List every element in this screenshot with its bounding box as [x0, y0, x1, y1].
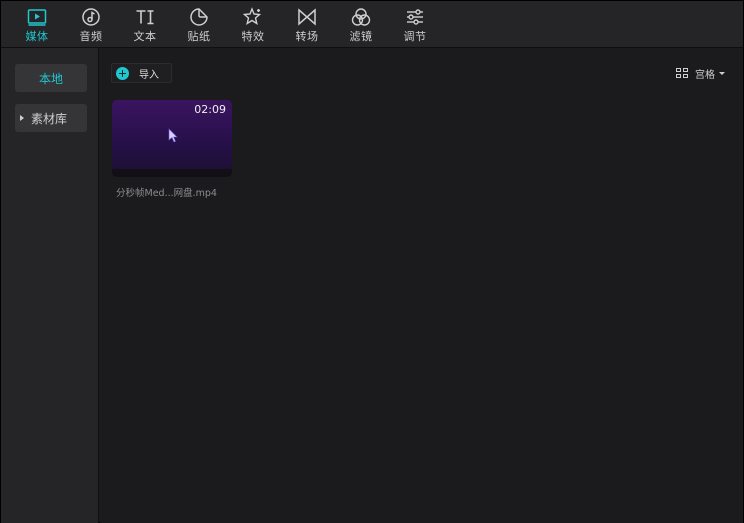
tab-adjust[interactable]: 调节 [388, 1, 442, 48]
tab-adjust-label: 调节 [403, 30, 427, 43]
sidebar-item-local[interactable]: 本地 [15, 64, 87, 92]
view-mode-dropdown[interactable]: 宫格 [676, 66, 725, 81]
tab-text[interactable]: 文本 [118, 1, 172, 48]
tab-transition[interactable]: 转场 [280, 1, 334, 48]
import-label: 导入 [139, 69, 159, 81]
import-button[interactable]: 导入 [111, 63, 172, 83]
effects-star-icon [243, 7, 262, 25]
plus-circle-icon [116, 66, 129, 80]
media-play-icon [27, 9, 47, 26]
media-item[interactable]: 02:09 分秒帧Med...网盘.mp4 [112, 100, 232, 199]
cursor-icon [168, 128, 178, 143]
tab-filter[interactable]: 滤镜 [334, 1, 388, 48]
tab-filter-label: 滤镜 [349, 30, 373, 43]
tab-sticker-label: 贴纸 [187, 30, 211, 43]
tab-transition-label: 转场 [295, 30, 319, 43]
text-ti-icon [136, 10, 154, 25]
tab-media-label: 媒体 [25, 30, 49, 43]
adjust-sliders-icon [407, 9, 423, 25]
top-tab-bar: 媒体 音频 文本 贴纸 特效 转场 滤镜 调节 [1, 1, 743, 48]
video-thumbnail[interactable]: 02:09 [112, 100, 232, 177]
audio-note-icon [82, 8, 100, 26]
media-file-name: 分秒帧Med...网盘.mp4 [116, 188, 217, 199]
tab-media[interactable]: 媒体 [10, 1, 64, 48]
app-window: 媒体 音频 文本 贴纸 特效 转场 滤镜 调节 本地 素材库 导入 宫格 02:… [0, 0, 744, 523]
transition-bowtie-icon [298, 8, 316, 26]
view-mode-label: 宫格 [695, 69, 715, 81]
tab-text-label: 文本 [133, 30, 157, 43]
tab-audio[interactable]: 音频 [64, 1, 118, 48]
sidebar-item-library[interactable]: 素材库 [15, 104, 87, 132]
filter-circles-icon [351, 8, 371, 26]
chevron-down-icon [719, 71, 725, 75]
grid-view-icon [676, 67, 689, 79]
tab-audio-label: 音频 [79, 30, 103, 43]
sidebar: 本地 素材库 [1, 48, 99, 523]
tab-sticker[interactable]: 贴纸 [172, 1, 226, 48]
media-panel: 导入 宫格 02:09 分秒帧Med...网盘.mp4 [100, 48, 743, 523]
sticker-icon [190, 8, 208, 26]
caret-right-icon [20, 115, 24, 121]
tab-effects-label: 特效 [241, 30, 265, 43]
duration-label: 02:09 [194, 103, 226, 116]
tab-effects[interactable]: 特效 [226, 1, 280, 48]
sidebar-item-library-label: 素材库 [31, 111, 68, 126]
